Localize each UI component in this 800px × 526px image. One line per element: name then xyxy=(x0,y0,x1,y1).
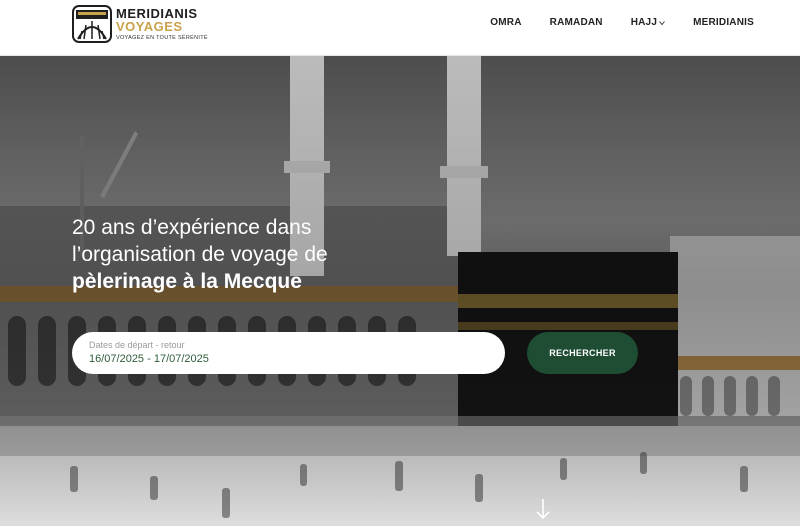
headline-line-1: 20 ans d’expérience dans xyxy=(72,216,312,239)
nav-omra[interactable]: OMRA xyxy=(490,17,521,28)
date-range-input[interactable]: Dates de départ - retour 16/07/2025 - 17… xyxy=(72,332,505,374)
nav-ramadan[interactable]: RAMADAN xyxy=(550,17,603,28)
scroll-down-arrow-icon[interactable] xyxy=(535,498,551,520)
headline-line-3: pèlerinage à la Mecque xyxy=(72,270,302,293)
nav-hajj[interactable]: HAJJ xyxy=(631,17,665,28)
headline-line-2: l’organisation de voyage de xyxy=(72,243,328,266)
logo-subname: VOYAGES xyxy=(116,19,183,34)
brand-logo[interactable]: MERIDIANIS VOYAGES VOYAGEZ EN TOUTE SÉRÉ… xyxy=(72,5,208,43)
search-button[interactable]: RECHERCHER xyxy=(527,332,638,374)
date-range-value: 16/07/2025 - 17/07/2025 xyxy=(89,353,209,365)
nav-meridianis[interactable]: MERIDIANIS xyxy=(693,17,754,28)
logo-tagline: VOYAGEZ EN TOUTE SÉRÉNITÉ xyxy=(116,35,208,41)
site-header: MERIDIANIS VOYAGES VOYAGEZ EN TOUTE SÉRÉ… xyxy=(0,0,800,56)
main-nav: OMRA RAMADAN HAJJ MERIDIANIS xyxy=(490,17,754,28)
hero-section: 20 ans d’expérience dans l’organisation … xyxy=(0,56,800,526)
date-range-label: Dates de départ - retour xyxy=(89,340,185,350)
hero-headline: 20 ans d’expérience dans l’organisation … xyxy=(72,214,412,295)
nav-hajj-label: HAJJ xyxy=(630,17,658,28)
logo-emblem-icon xyxy=(72,5,112,43)
chevron-down-icon xyxy=(659,20,665,25)
